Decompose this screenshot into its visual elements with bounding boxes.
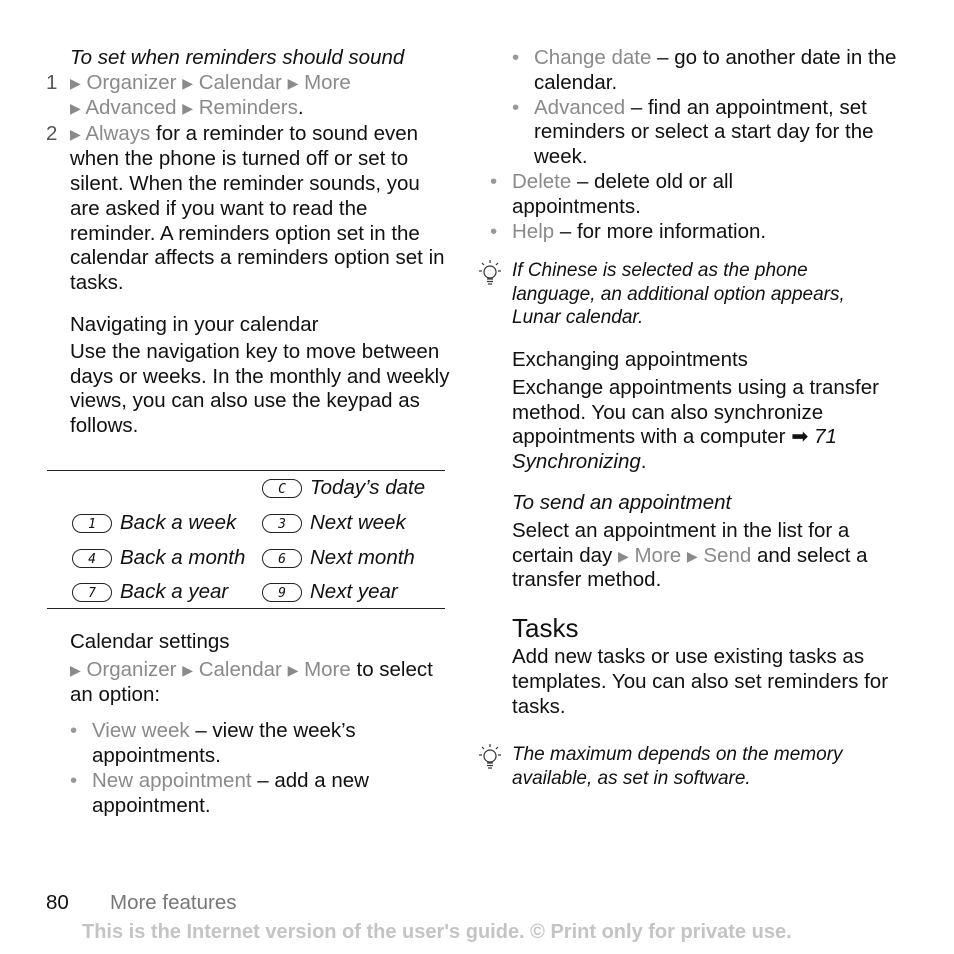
menu-path-item: Always <box>85 122 151 146</box>
key-c-icon: C <box>262 479 302 499</box>
key-7-icon: 7 <box>72 583 112 603</box>
list-item: Advanced – find an appointment, set remi… <box>512 96 897 170</box>
list-item: View week – view the week’s appointments… <box>70 719 440 769</box>
key-1-icon: 1 <box>72 514 112 534</box>
calendar-settings: Calendar settings ▶ Organizer ▶ Calendar… <box>70 630 440 819</box>
table-bottom-rule <box>47 608 445 609</box>
key-4-icon: 4 <box>72 549 112 569</box>
settings-path: ▶ Organizer ▶ Calendar ▶ More to select … <box>70 657 433 706</box>
exchange-text: Exchange appointments using a transfer m… <box>512 375 879 474</box>
key-row: 9 Next year <box>262 580 398 605</box>
key-row: 7 Back a year <box>72 580 228 605</box>
menu-path-item: More <box>634 543 682 567</box>
tip-text: If Chinese is selected as the phone lang… <box>512 260 845 328</box>
menu-path-item: Advanced <box>85 95 177 119</box>
list-item: Help – for more information. <box>490 220 800 245</box>
list-item: Change date – go to another date in the … <box>512 46 897 96</box>
menu-path-item: More <box>304 657 351 681</box>
key-9-icon: 9 <box>262 583 302 603</box>
key-row: 3 Next week <box>262 511 406 536</box>
send-text: Select an appointment in the list for a … <box>512 518 868 592</box>
section-name: More features <box>110 891 237 914</box>
list-item: New appointment – add a new appointment. <box>70 769 440 819</box>
settings-heading: Calendar settings <box>70 630 230 653</box>
nav-text: Use the navigation key to move between d… <box>70 339 450 438</box>
arrow-right-icon: ➡ <box>791 425 809 449</box>
list-item: Delete – delete old or all appointments. <box>490 170 800 220</box>
tip-text: The maximum depends on the memory availa… <box>512 744 843 789</box>
key-row: 1 Back a week <box>72 511 236 536</box>
lightbulb-tip-icon <box>479 744 501 769</box>
tasks-text: Add new tasks or use existing tasks as t… <box>512 645 889 718</box>
copyright-notice: This is the Internet version of the user… <box>82 921 792 943</box>
right-column: Change date – go to another date in the … <box>512 46 897 170</box>
menu-path-item: Organizer <box>86 70 177 94</box>
exchange-heading: Exchanging appointments <box>512 348 748 371</box>
right-list-b: Delete – delete old or all appointments.… <box>490 170 800 244</box>
tasks-heading: Tasks <box>512 613 579 644</box>
menu-path-item: Send <box>703 543 752 567</box>
step-number: 1 <box>46 70 58 94</box>
key-row: 6 Next month <box>262 546 415 571</box>
step-number: 2 <box>46 122 58 146</box>
menu-path-item: Calendar <box>198 657 282 681</box>
menu-path-item: Reminders <box>198 95 298 119</box>
send-heading: To send an appointment <box>512 490 732 514</box>
menu-path-item: More <box>304 70 351 94</box>
key-row: C Today’s date <box>262 476 425 501</box>
menu-path-item: Organizer <box>86 657 177 681</box>
page-number: 80 <box>46 891 69 914</box>
key-3-icon: 3 <box>262 514 302 534</box>
step-2: 2 ▶ Always for a reminder to sound even … <box>46 122 445 295</box>
reminder-heading: To set when reminders should sound <box>70 46 405 69</box>
step-1: 1 ▶ Organizer ▶ Calendar ▶ More ▶ Advanc… <box>46 70 351 119</box>
table-top-rule <box>47 470 445 471</box>
lightbulb-tip-icon <box>479 260 501 285</box>
key-6-icon: 6 <box>262 549 302 569</box>
nav-heading: Navigating in your calendar <box>70 312 319 336</box>
key-row: 4 Back a month <box>72 546 245 571</box>
menu-path-item: Calendar <box>198 70 282 94</box>
exchange-section: Exchanging appointments Exchange appoint… <box>512 348 897 720</box>
left-column: To set when reminders should sound 1 ▶ O… <box>46 46 450 439</box>
